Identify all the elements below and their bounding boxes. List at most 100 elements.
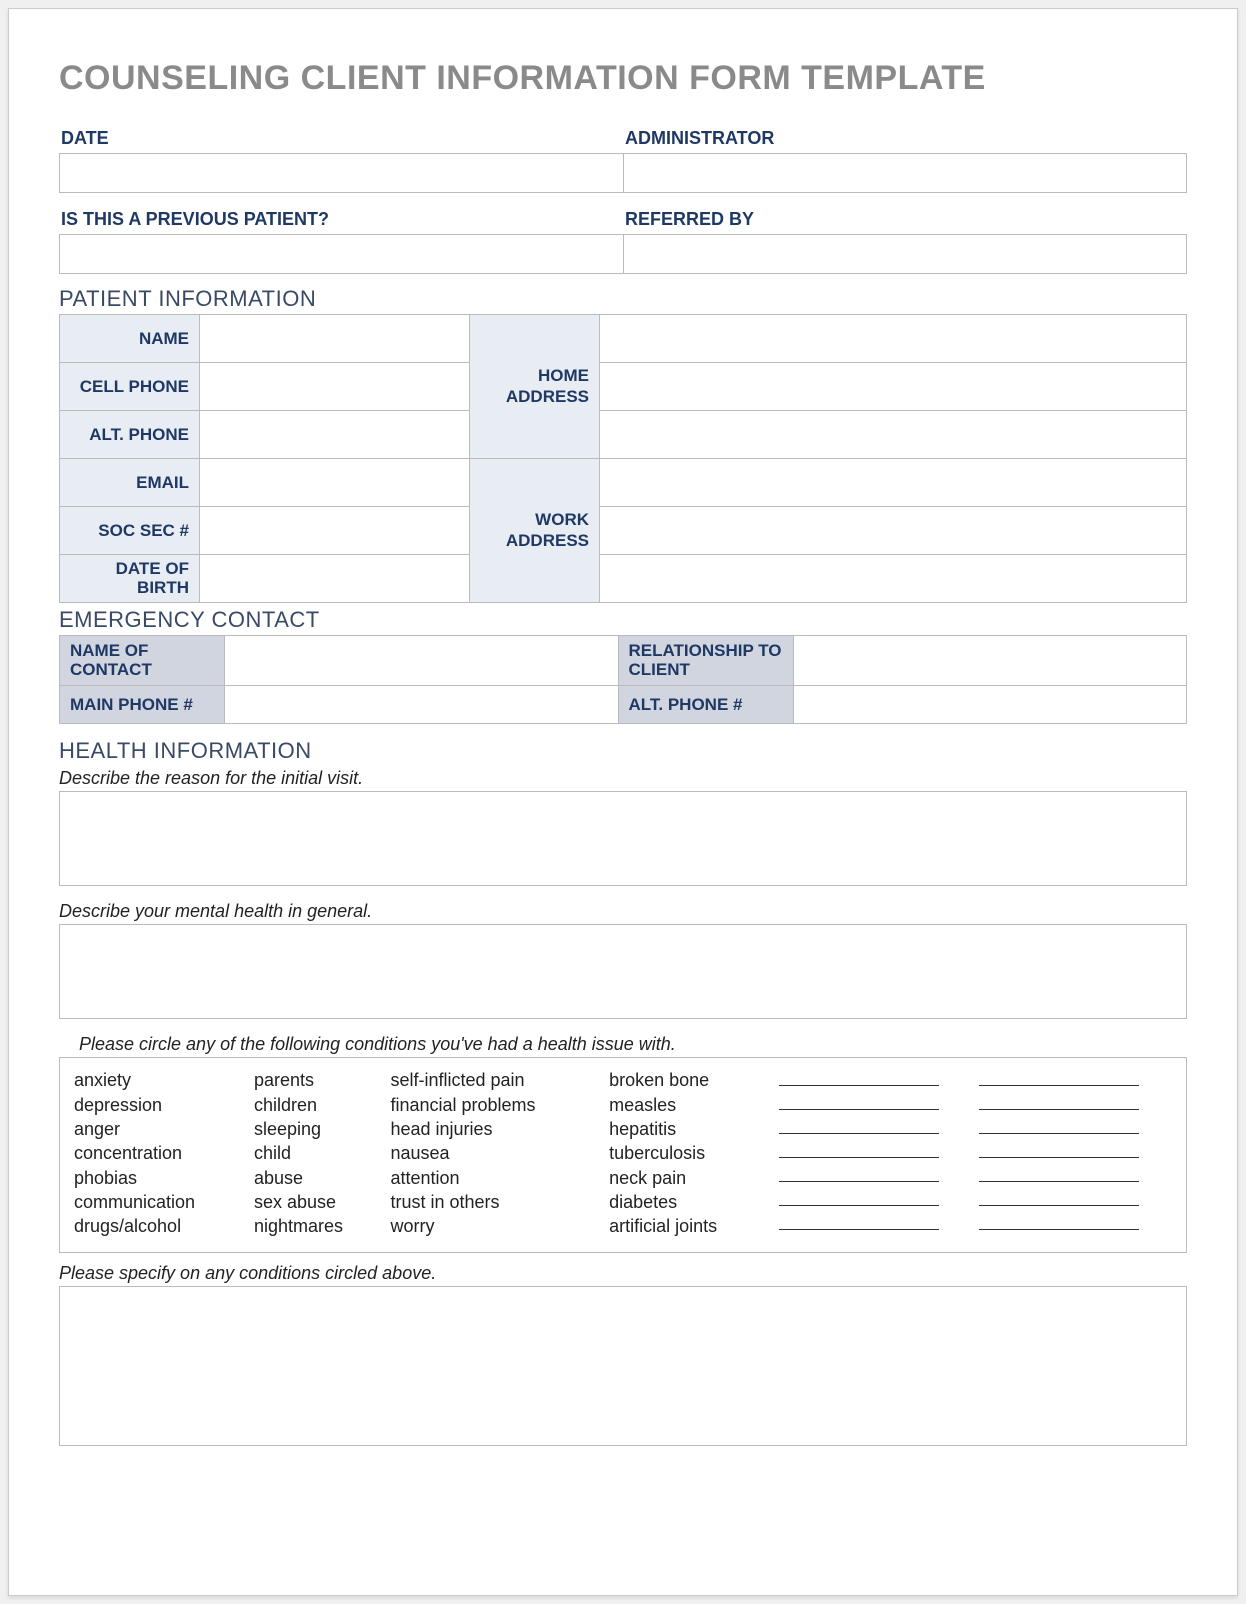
condition-item: phobias bbox=[74, 1166, 248, 1190]
ec-alt-input[interactable] bbox=[804, 692, 1177, 717]
email-label: EMAIL bbox=[60, 459, 200, 507]
ssn-label: SOC SEC # bbox=[60, 507, 200, 555]
date-input[interactable] bbox=[59, 153, 623, 193]
prev-patient-label: IS THIS A PREVIOUS PATIENT? bbox=[59, 205, 623, 234]
condition-item: measles bbox=[609, 1093, 773, 1117]
condition-item: tuberculosis bbox=[609, 1141, 773, 1165]
dob-input[interactable] bbox=[210, 555, 459, 602]
work-address-1[interactable] bbox=[610, 459, 1176, 506]
condition-item: hepatitis bbox=[609, 1117, 773, 1141]
patient-section-title: PATIENT INFORMATION bbox=[59, 286, 1187, 312]
instr-conditions: Please circle any of the following condi… bbox=[59, 1034, 1187, 1055]
ec-rel-label: RELATIONSHIP TO CLIENT bbox=[618, 636, 793, 686]
health-section-title: HEALTH INFORMATION bbox=[59, 738, 1187, 764]
instr-specify: Please specify on any conditions circled… bbox=[59, 1263, 1187, 1284]
blank-line[interactable] bbox=[779, 1188, 939, 1206]
conditions-col-2: parentschildrensleepingchildabusesex abu… bbox=[254, 1068, 384, 1238]
blank-line[interactable] bbox=[979, 1188, 1139, 1206]
blank-line[interactable] bbox=[979, 1164, 1139, 1182]
admin-input[interactable] bbox=[623, 153, 1187, 193]
ec-main-label: MAIN PHONE # bbox=[60, 686, 225, 724]
blank-col-2 bbox=[979, 1068, 1172, 1238]
conditions-col-1: anxietydepressionangerconcentrationphobi… bbox=[74, 1068, 248, 1238]
blank-line[interactable] bbox=[979, 1068, 1139, 1086]
alt-input[interactable] bbox=[210, 411, 459, 458]
home-address-1[interactable] bbox=[610, 315, 1176, 362]
top-row-1: DATE ADMINISTRATOR bbox=[59, 124, 1187, 193]
instr-mental-health: Describe your mental health in general. bbox=[59, 901, 1187, 922]
blank-line[interactable] bbox=[979, 1116, 1139, 1134]
condition-item: anger bbox=[74, 1117, 248, 1141]
conditions-col-4: broken bonemeasleshepatitistuberculosisn… bbox=[609, 1068, 773, 1238]
ec-name-input[interactable] bbox=[235, 642, 608, 679]
condition-item: concentration bbox=[74, 1141, 248, 1165]
form-page: COUNSELING CLIENT INFORMATION FORM TEMPL… bbox=[8, 8, 1238, 1596]
patient-info-table: NAME HOME ADDRESS CELL PHONE ALT. PHONE … bbox=[59, 314, 1187, 603]
prev-patient-input[interactable] bbox=[59, 234, 623, 274]
ec-alt-label: ALT. PHONE # bbox=[618, 686, 793, 724]
condition-item: depression bbox=[74, 1093, 248, 1117]
condition-item: neck pain bbox=[609, 1166, 773, 1190]
ec-main-input[interactable] bbox=[235, 692, 608, 717]
dob-label: DATE OF BIRTH bbox=[60, 555, 200, 603]
condition-item: self-inflicted pain bbox=[390, 1068, 603, 1092]
condition-item: child bbox=[254, 1141, 384, 1165]
admin-label: ADMINISTRATOR bbox=[623, 124, 1187, 153]
work-address-3[interactable] bbox=[610, 555, 1176, 602]
cell-input[interactable] bbox=[210, 363, 459, 410]
date-label: DATE bbox=[59, 124, 623, 153]
condition-item: diabetes bbox=[609, 1190, 773, 1214]
condition-item: artificial joints bbox=[609, 1214, 773, 1238]
home-address-2[interactable] bbox=[610, 363, 1176, 410]
initial-visit-input[interactable] bbox=[59, 791, 1187, 886]
condition-item: broken bone bbox=[609, 1068, 773, 1092]
condition-item: communication bbox=[74, 1190, 248, 1214]
condition-item: head injuries bbox=[390, 1117, 603, 1141]
emergency-table: NAME OF CONTACT RELATIONSHIP TO CLIENT M… bbox=[59, 635, 1187, 724]
home-address-label: HOME ADDRESS bbox=[470, 315, 600, 459]
blank-line[interactable] bbox=[779, 1092, 939, 1110]
condition-item: sleeping bbox=[254, 1117, 384, 1141]
condition-item: trust in others bbox=[390, 1190, 603, 1214]
blank-line[interactable] bbox=[779, 1140, 939, 1158]
email-input[interactable] bbox=[210, 459, 459, 506]
home-address-3[interactable] bbox=[610, 411, 1176, 458]
condition-item: attention bbox=[390, 1166, 603, 1190]
condition-item: worry bbox=[390, 1214, 603, 1238]
cell-label: CELL PHONE bbox=[60, 363, 200, 411]
blank-line[interactable] bbox=[979, 1092, 1139, 1110]
conditions-col-3: self-inflicted painfinancial problemshea… bbox=[390, 1068, 603, 1238]
blank-col-1 bbox=[779, 1068, 972, 1238]
condition-item: nightmares bbox=[254, 1214, 384, 1238]
condition-item: financial problems bbox=[390, 1093, 603, 1117]
conditions-box: anxietydepressionangerconcentrationphobi… bbox=[59, 1057, 1187, 1253]
blank-line[interactable] bbox=[979, 1212, 1139, 1230]
condition-item: drugs/alcohol bbox=[74, 1214, 248, 1238]
blank-line[interactable] bbox=[979, 1140, 1139, 1158]
alt-label: ALT. PHONE bbox=[60, 411, 200, 459]
work-address-label: WORK ADDRESS bbox=[470, 459, 600, 603]
blank-line[interactable] bbox=[779, 1164, 939, 1182]
condition-item: sex abuse bbox=[254, 1190, 384, 1214]
instr-initial-visit: Describe the reason for the initial visi… bbox=[59, 768, 1187, 789]
blank-line[interactable] bbox=[779, 1116, 939, 1134]
ec-rel-input[interactable] bbox=[804, 642, 1177, 679]
emergency-section-title: EMERGENCY CONTACT bbox=[59, 607, 1187, 633]
work-address-2[interactable] bbox=[610, 507, 1176, 554]
mental-health-input[interactable] bbox=[59, 924, 1187, 1019]
name-input[interactable] bbox=[210, 315, 459, 362]
ec-name-label: NAME OF CONTACT bbox=[60, 636, 225, 686]
blank-line[interactable] bbox=[779, 1068, 939, 1086]
specify-input[interactable] bbox=[59, 1286, 1187, 1446]
referred-label: REFERRED BY bbox=[623, 205, 1187, 234]
top-row-2: IS THIS A PREVIOUS PATIENT? REFERRED BY bbox=[59, 205, 1187, 274]
referred-input[interactable] bbox=[623, 234, 1187, 274]
name-label: NAME bbox=[60, 315, 200, 363]
ssn-input[interactable] bbox=[210, 507, 459, 554]
condition-item: abuse bbox=[254, 1166, 384, 1190]
blank-line[interactable] bbox=[779, 1212, 939, 1230]
condition-item: children bbox=[254, 1093, 384, 1117]
condition-item: anxiety bbox=[74, 1068, 248, 1092]
condition-item: parents bbox=[254, 1068, 384, 1092]
condition-item: nausea bbox=[390, 1141, 603, 1165]
